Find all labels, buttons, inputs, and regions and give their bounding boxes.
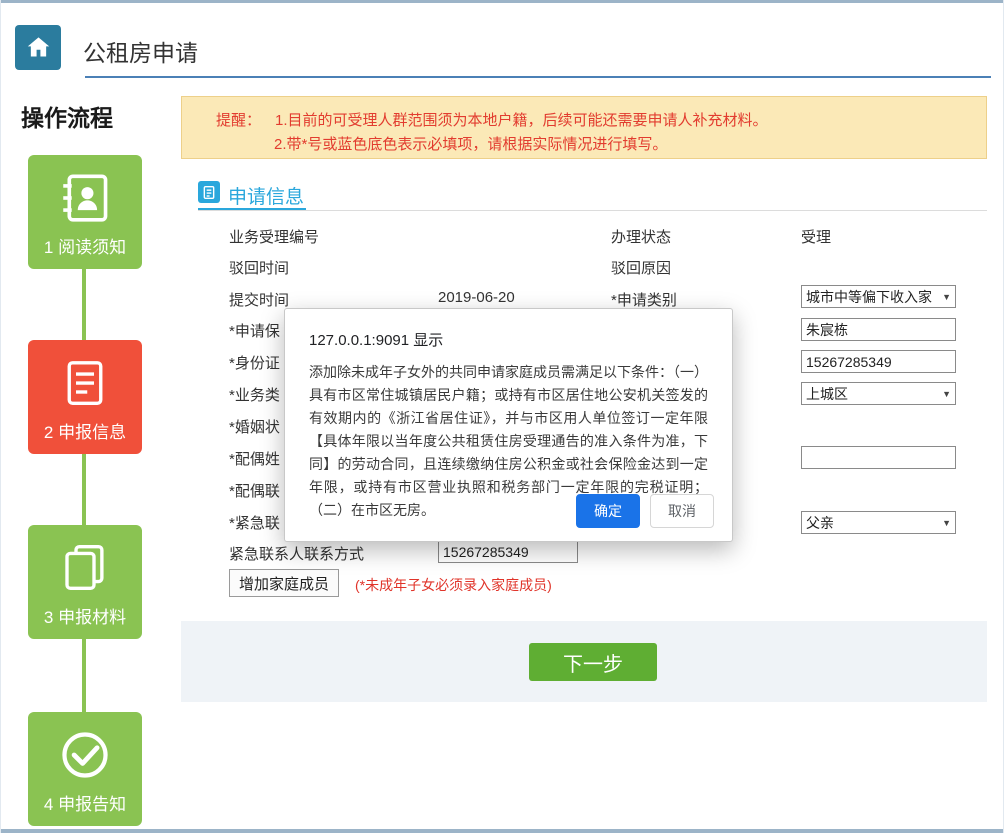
contact-phone-input[interactable] bbox=[801, 350, 956, 373]
step-label: 3 申报材料 bbox=[44, 603, 126, 628]
value-status: 受理 bbox=[801, 226, 831, 247]
label-emergency-partial: *紧急联 bbox=[229, 512, 280, 533]
page-bottom-border bbox=[1, 829, 1003, 833]
header-divider bbox=[85, 76, 991, 78]
label-biztype-partial: *业务类 bbox=[229, 384, 280, 405]
label-status: 办理状态 bbox=[611, 226, 671, 247]
label-marriage-partial: *婚姻状 bbox=[229, 416, 280, 437]
step-4-notification[interactable]: 4 申报告知 bbox=[28, 712, 142, 826]
step-label: 4 申报告知 bbox=[44, 790, 126, 815]
add-family-member-button[interactable]: 增加家庭成员 bbox=[229, 569, 339, 597]
dialog-confirm-button[interactable]: 确定 bbox=[576, 494, 640, 528]
home-icon-glyph bbox=[25, 34, 52, 61]
district-select[interactable]: 上城区 ▼ bbox=[801, 382, 956, 405]
value-submit-time: 2019-06-20 bbox=[438, 289, 515, 306]
notice-line2: 2.带*号或蓝色底色表示必填项，请根据实际情况进行填写。 bbox=[274, 133, 667, 154]
label-emergency-phone: 紧急联系人联系方式 bbox=[229, 543, 364, 564]
step-2-fill-info[interactable]: 2 申报信息 bbox=[28, 340, 142, 454]
emergency-phone-input[interactable] bbox=[438, 540, 578, 563]
chevron-down-icon: ▼ bbox=[942, 518, 951, 528]
label-spouse-name-partial: *配偶姓 bbox=[229, 448, 280, 469]
next-step-button[interactable]: 下一步 bbox=[529, 643, 657, 681]
emergency-relation-select[interactable]: 父亲 ▼ bbox=[801, 511, 956, 534]
step-3-materials[interactable]: 3 申报材料 bbox=[28, 525, 142, 639]
step-label: 2 申报信息 bbox=[44, 418, 126, 443]
district-selected: 上城区 bbox=[806, 384, 848, 404]
step-label: 1 阅读须知 bbox=[44, 233, 126, 258]
label-submit-time: 提交时间 bbox=[229, 289, 289, 310]
notice-banner: 提醒： 1.目前的可受理人群范围须为本地户籍，后续可能还需要申请人补充材料。 2.… bbox=[181, 96, 987, 159]
label-reject-time: 驳回时间 bbox=[229, 257, 289, 278]
home-icon[interactable] bbox=[15, 25, 61, 70]
page-top-border bbox=[1, 0, 1003, 3]
dialog-cancel-button[interactable]: 取消 bbox=[650, 494, 714, 528]
notice-line1: 1.目前的可受理人群范围须为本地户籍，后续可能还需要申请人补充材料。 bbox=[275, 112, 768, 129]
label-acceptance-no: 业务受理编号 bbox=[229, 226, 319, 247]
browser-alert-dialog: 127.0.0.1:9091 显示 添加除未成年子女外的共同申请家庭成员需满足以… bbox=[284, 308, 733, 542]
label-idcard-partial: *身份证 bbox=[229, 352, 280, 373]
chevron-down-icon: ▼ bbox=[942, 389, 951, 399]
dialog-title: 127.0.0.1:9091 显示 bbox=[309, 329, 708, 350]
notice-prefix: 提醒： bbox=[216, 112, 261, 129]
section-underline bbox=[198, 210, 987, 211]
step-1-read-notice[interactable]: 1 阅读须知 bbox=[28, 155, 142, 269]
spouse-name-input[interactable] bbox=[801, 446, 956, 469]
label-reject-reason: 驳回原因 bbox=[611, 257, 671, 278]
add-member-note: (*未成年子女必须录入家庭成员) bbox=[355, 575, 552, 595]
label-spouse-contact-partial: *配偶联 bbox=[229, 480, 280, 501]
public-rental-application-page: 公租房申请 操作流程 1 阅读须知 2 申报信息 bbox=[0, 0, 1004, 833]
document-lines-icon bbox=[58, 350, 112, 416]
check-circle-icon bbox=[56, 722, 114, 788]
page-title: 公租房申请 bbox=[83, 34, 198, 68]
applicant-name-input[interactable] bbox=[801, 318, 956, 341]
label-apply-type: *申请类别 bbox=[611, 289, 677, 310]
apply-type-selected: 城市中等偏下收入家 bbox=[806, 287, 932, 307]
copy-documents-icon bbox=[58, 535, 112, 601]
contact-book-icon bbox=[56, 165, 114, 231]
apply-type-select[interactable]: 城市中等偏下收入家 ▼ bbox=[801, 285, 956, 308]
chevron-down-icon: ▼ bbox=[942, 292, 951, 302]
label-applicant-partial: *申请保 bbox=[229, 320, 280, 341]
dialog-buttons: 确定 取消 bbox=[576, 494, 714, 528]
section-title: 申请信息 bbox=[228, 182, 304, 209]
emergency-relation-selected: 父亲 bbox=[806, 513, 834, 533]
section-document-icon bbox=[198, 181, 220, 203]
footer-panel: 下一步 bbox=[181, 621, 987, 702]
sidebar-title: 操作流程 bbox=[21, 99, 113, 133]
